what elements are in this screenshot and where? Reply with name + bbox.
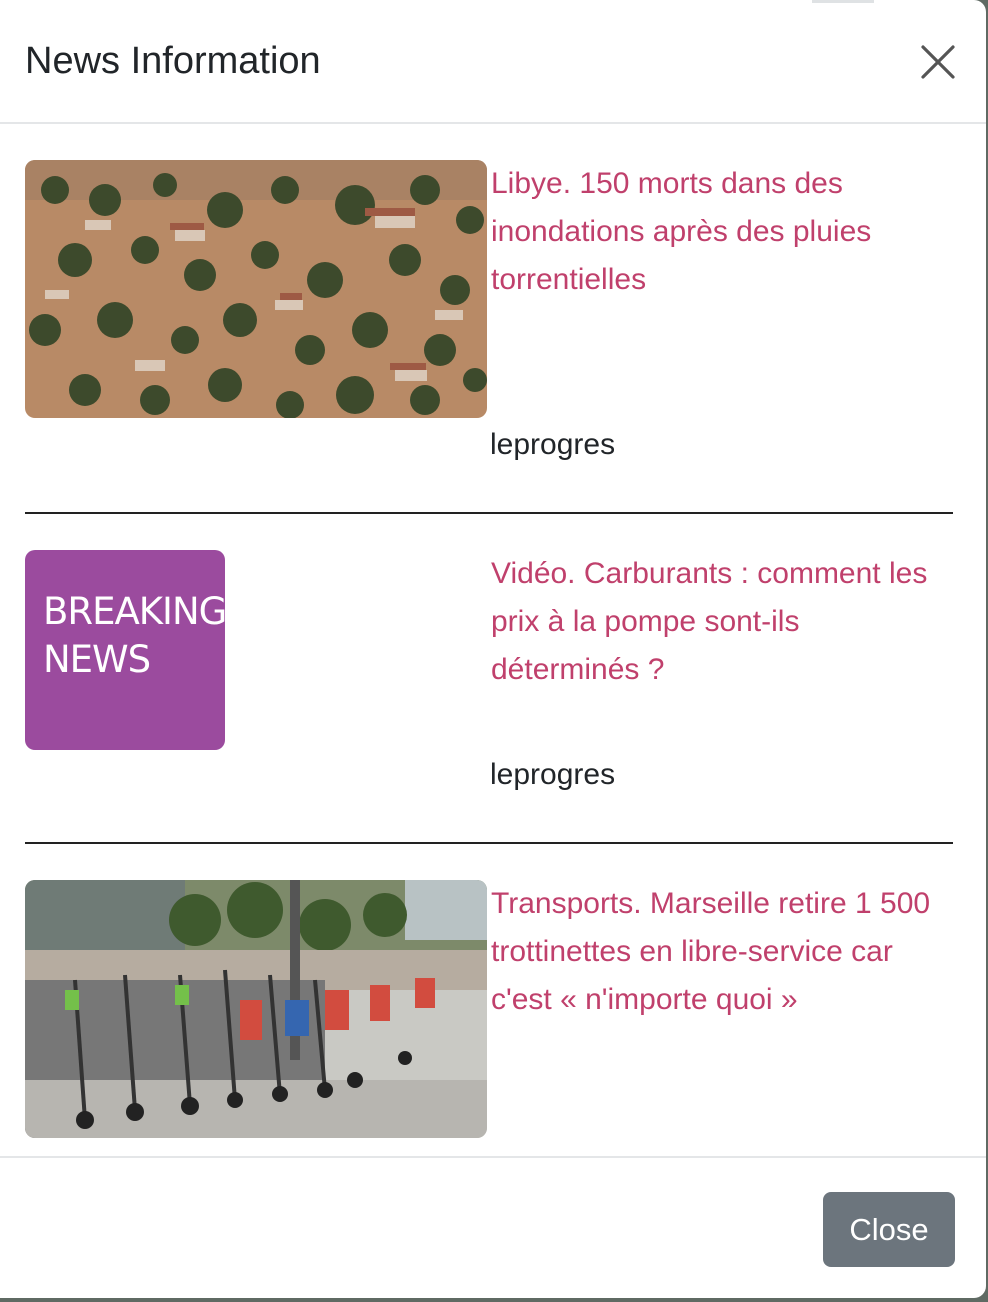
news-headline-link[interactable]: Libye. 150 morts dans des inondations ap… [491,160,941,304]
scooters-thumbnail-image[interactable] [25,880,487,1138]
close-button[interactable]: Close [823,1192,955,1267]
news-source: leprogres [490,758,616,791]
news-headline-link[interactable]: Vidéo. Carburants : comment les prix à l… [491,550,941,694]
news-headline-link[interactable]: Transports. Marseille retire 1 500 trott… [491,880,941,1024]
close-icon[interactable] [918,42,958,82]
news-modal: News Information Libye. 150 morts dans d… [0,0,986,1298]
item-divider [25,512,953,514]
breaking-news-thumbnail-image[interactable]: BREAKING NEWS [25,550,225,750]
flood-thumbnail-image[interactable] [25,160,487,418]
breaking-news-image-text: BREAKING [43,590,225,633]
news-source: leprogres [490,428,616,461]
breaking-news-image-text: NEWS [43,638,151,681]
modal-footer: Close [0,1156,986,1298]
modal-header: News Information [0,0,986,124]
modal-title: News Information [25,40,321,82]
item-divider [25,842,953,844]
modal-body: Libye. 150 morts dans des inondations ap… [0,124,986,1156]
